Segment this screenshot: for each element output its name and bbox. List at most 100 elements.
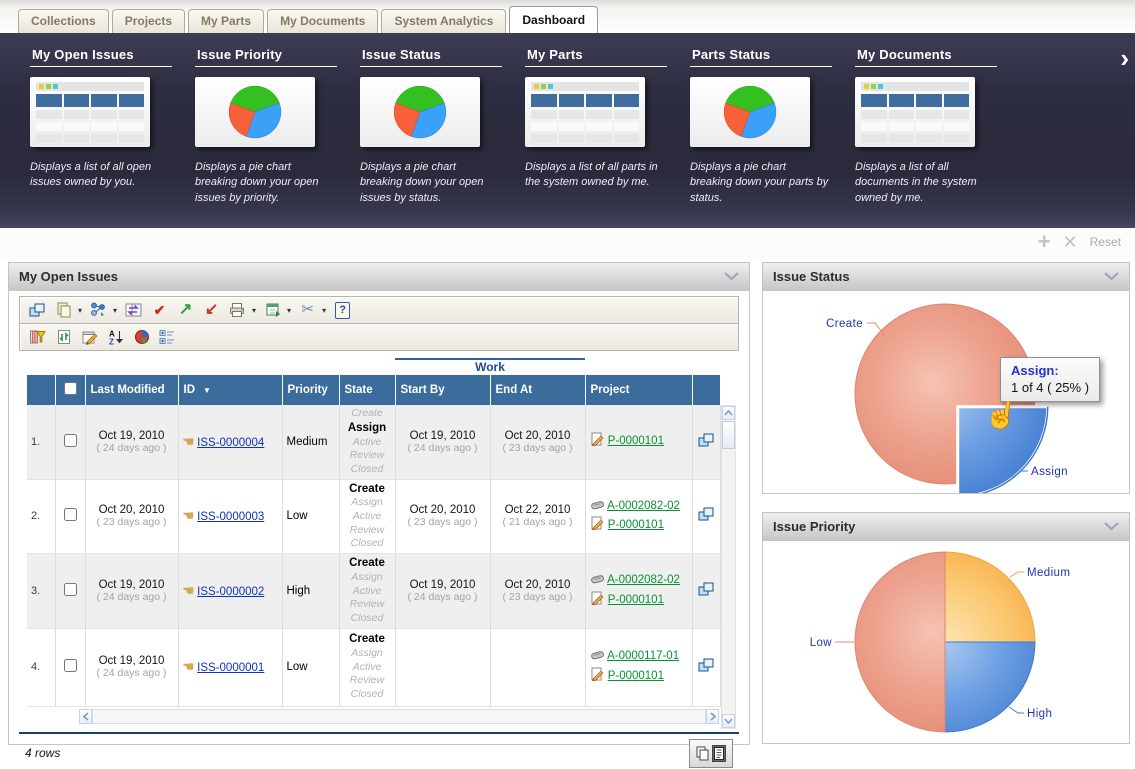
col-project[interactable]: Project	[585, 375, 692, 405]
table-widget-thumbnail[interactable]	[525, 77, 645, 147]
panel-header[interactable]: Issue Status	[762, 262, 1130, 290]
tab-projects[interactable]: Projects	[112, 9, 185, 33]
low-slice-label[interactable]: Low	[810, 637, 833, 649]
copy-icon[interactable]	[54, 301, 73, 320]
tools-icon[interactable]: ✂	[298, 301, 317, 320]
reset-button[interactable]: Reset	[1090, 235, 1121, 249]
tab-system-analytics[interactable]: System Analytics	[381, 9, 506, 33]
issue-priority-pie-chart[interactable]: Medium Low High	[763, 541, 1129, 744]
project-link[interactable]: P-0000101	[608, 670, 664, 682]
row-count-label: 4 rows	[25, 746, 60, 760]
widget-my-open-issues[interactable]: My Open Issues Displays a list of all op…	[30, 45, 195, 228]
select-all-checkbox[interactable]	[64, 382, 77, 395]
col-start-by[interactable]: Start By	[395, 375, 490, 405]
chart-icon[interactable]	[132, 328, 151, 347]
widget-issue-status[interactable]: Issue Status Displays a pie chart breaki…	[360, 45, 525, 228]
state-item: Assign	[344, 496, 391, 510]
tab-my-documents[interactable]: My Documents	[267, 9, 378, 33]
panel-body: ▾ ▾ ✔ ↗ ↙ ▾ ▾ ✂▾ ? AZ Work	[8, 290, 750, 745]
scroll-up-icon[interactable]	[722, 406, 735, 420]
workflow-dropdown-icon[interactable]: ▾	[113, 306, 117, 315]
row-checkbox[interactable]	[64, 583, 77, 596]
tab-my-parts[interactable]: My Parts	[188, 9, 264, 33]
row-checkbox[interactable]	[64, 659, 77, 672]
tab-dashboard[interactable]: Dashboard	[509, 6, 598, 33]
last-modified-date: Oct 19, 2010	[90, 430, 174, 442]
scroll-left-icon[interactable]	[79, 709, 92, 724]
print-icon[interactable]	[228, 301, 247, 320]
col-state[interactable]: State	[339, 375, 395, 405]
open-windows-icon[interactable]	[698, 664, 715, 676]
vote-check-icon[interactable]: ✔	[150, 301, 169, 320]
copy-dropdown-icon[interactable]: ▾	[78, 306, 82, 315]
print-dropdown-icon[interactable]: ▾	[252, 306, 256, 315]
demote-icon[interactable]: ↙	[202, 301, 221, 320]
workflow-icon[interactable]	[89, 301, 108, 320]
last-modified-ago: ( 24 days ago )	[90, 591, 174, 603]
grid-horizontal-scrollbar[interactable]	[79, 709, 719, 724]
activity-link[interactable]: A-0000117-01	[607, 650, 679, 662]
col-last-modified[interactable]: Last Modified	[85, 375, 178, 405]
tree-view-icon[interactable]	[158, 328, 177, 347]
collapse-chevron-icon[interactable]	[1104, 522, 1119, 531]
vertical-scroll-thumb[interactable]	[722, 421, 735, 449]
medium-slice-label[interactable]: Medium	[1027, 567, 1070, 579]
add-widget-icon[interactable]: +	[1038, 232, 1051, 252]
issue-id-link[interactable]: ISS-0000001	[197, 662, 264, 674]
last-modified-ago: ( 24 days ago )	[90, 442, 174, 454]
project-link[interactable]: P-0000101	[608, 435, 664, 447]
widget-my-parts[interactable]: My Parts Displays a list of all parts in…	[525, 45, 690, 228]
filter-icon[interactable]	[28, 328, 47, 347]
issue-id-link[interactable]: ISS-0000002	[197, 586, 264, 598]
table-widget-thumbnail[interactable]	[30, 77, 150, 147]
sort-desc-icon[interactable]: ▼	[203, 386, 211, 395]
assign-slice-label[interactable]: Assign	[1031, 466, 1068, 478]
edit-icon[interactable]	[80, 328, 99, 347]
widget-my-documents[interactable]: My Documents Displays a list of all docu…	[855, 45, 1020, 228]
high-slice-label[interactable]: High	[1027, 708, 1052, 720]
collapse-chevron-icon[interactable]	[724, 272, 739, 281]
col-priority[interactable]: Priority	[282, 375, 339, 405]
panel-header[interactable]: My Open Issues	[8, 262, 750, 290]
row-checkbox[interactable]	[64, 434, 77, 447]
issue-id-link[interactable]: ISS-0000003	[197, 511, 264, 523]
export-dropdown-icon[interactable]: ▾	[287, 306, 291, 315]
issue-id-link[interactable]: ISS-0000004	[197, 437, 264, 449]
project-link[interactable]: P-0000101	[608, 519, 664, 531]
gallery-next-arrow-icon[interactable]: ›	[1120, 45, 1129, 71]
pie-widget-thumbnail[interactable]	[690, 77, 810, 147]
widget-issue-priority[interactable]: Issue Priority Displays a pie chart brea…	[195, 45, 360, 228]
transfer-icon[interactable]	[124, 301, 143, 320]
grid-vertical-scrollbar[interactable]	[721, 405, 736, 729]
project-link[interactable]: P-0000101	[608, 594, 664, 606]
pie-widget-thumbnail[interactable]	[195, 77, 315, 147]
export-grid-icon[interactable]	[263, 301, 282, 320]
scroll-down-icon[interactable]	[722, 714, 735, 728]
widget-parts-status[interactable]: Parts Status Displays a pie chart breaki…	[690, 45, 855, 228]
view-toggle-button[interactable]	[689, 739, 733, 768]
pie-widget-thumbnail[interactable]	[360, 77, 480, 147]
create-slice-label[interactable]: Create	[826, 318, 863, 330]
col-end-at[interactable]: End At	[490, 375, 585, 405]
close-widget-icon[interactable]: ✕	[1063, 232, 1078, 252]
tools-dropdown-icon[interactable]: ▾	[322, 306, 326, 315]
help-icon[interactable]: ?	[333, 301, 352, 320]
refresh-icon[interactable]	[54, 328, 73, 347]
panel-header[interactable]: Issue Priority	[762, 512, 1130, 540]
sort-az-icon[interactable]: AZ	[106, 328, 125, 347]
table-widget-thumbnail[interactable]	[855, 77, 975, 147]
new-window-icon[interactable]	[28, 301, 47, 320]
open-windows-icon[interactable]	[698, 513, 715, 525]
activity-link[interactable]: A-0002082-02	[607, 574, 680, 586]
open-windows-icon[interactable]	[698, 439, 715, 451]
horizontal-scroll-track[interactable]	[92, 709, 706, 724]
col-id[interactable]: ID▼	[178, 375, 282, 405]
promote-icon[interactable]: ↗	[176, 301, 195, 320]
row-checkbox[interactable]	[64, 508, 77, 521]
tab-collections[interactable]: Collections	[18, 9, 109, 33]
thumb-header-row	[36, 94, 144, 107]
open-windows-icon[interactable]	[698, 588, 715, 600]
scroll-right-icon[interactable]	[706, 709, 719, 724]
activity-link[interactable]: A-0002082-02	[607, 500, 680, 512]
collapse-chevron-icon[interactable]	[1104, 272, 1119, 281]
